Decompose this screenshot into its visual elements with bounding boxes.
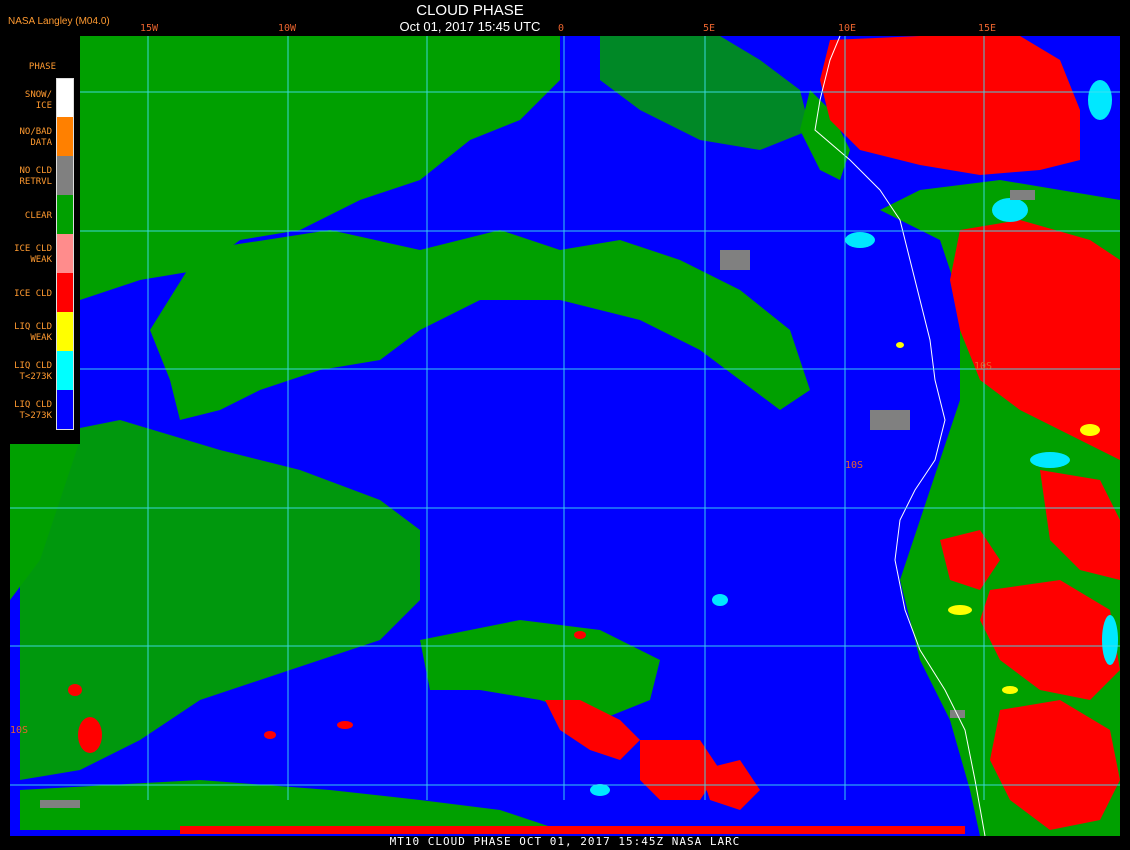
- legend-label: NO CLD RETRVL: [19, 166, 52, 187]
- lat-label-10s-west: 10S: [10, 725, 29, 736]
- legend-label: LIQ CLD T<273K: [14, 361, 52, 382]
- lon-label-5e: 5E: [703, 23, 716, 34]
- map-footer: MT10 CLOUD PHASE OCT 01, 2017 15:45Z NAS…: [389, 835, 741, 848]
- lat-label-10s-east: 10S: [974, 361, 993, 372]
- legend-heading: PHASE: [28, 62, 56, 72]
- lon-label-0: 0: [558, 23, 565, 34]
- cloud-phase-map: [0, 0, 1130, 850]
- legend-label: LIQ CLD WEAK: [14, 322, 52, 343]
- lon-label-10e: 10E: [838, 23, 857, 34]
- legend-label: LIQ CLD T>273K: [14, 400, 52, 421]
- legend-label: ICE CLD WEAK: [14, 244, 52, 265]
- legend-label: NO/BAD DATA: [19, 127, 52, 148]
- legend-label: CLEAR: [24, 211, 52, 221]
- lon-label-10w: 10W: [278, 23, 297, 34]
- lon-label-15w: 15W: [140, 23, 159, 34]
- source-label: NASA Langley (M04.0): [8, 16, 110, 27]
- phase-legend: PHASE SNOW/ ICE NO/BAD DATA NO CLD RETRV…: [0, 36, 80, 444]
- map-title: CLOUD PHASE: [416, 2, 524, 19]
- legend-frame: [56, 78, 74, 430]
- lon-label-15e: 15E: [978, 23, 997, 34]
- lat-label-10s-mid: 10S: [845, 460, 864, 471]
- legend-label: ICE CLD: [14, 289, 52, 299]
- cloud-phase-map-view: CLOUD PHASE Oct 01, 2017 15:45 UTC NASA …: [0, 0, 1130, 850]
- legend-label: SNOW/ ICE: [24, 90, 52, 111]
